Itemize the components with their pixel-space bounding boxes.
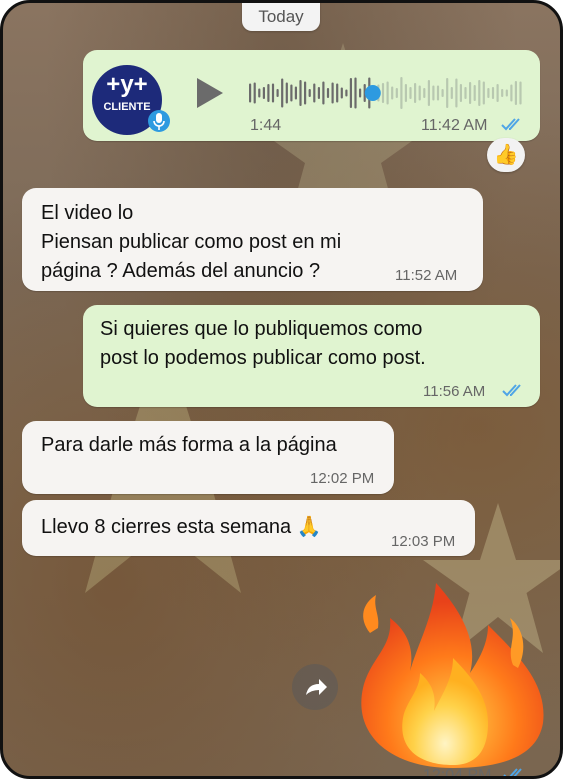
waveform-bar: [304, 81, 307, 105]
message-time: 11:52 AM: [395, 267, 458, 284]
waveform-bar: [258, 88, 261, 98]
read-ticks-icon: [502, 384, 521, 397]
waveform-bar: [478, 80, 481, 106]
waveform-bar: [322, 81, 325, 105]
mic-icon: [148, 110, 170, 132]
waveform-bar: [505, 89, 508, 97]
waveform-bar: [354, 77, 357, 109]
waveform-bar: [414, 83, 417, 103]
waveform-bar: [317, 87, 320, 99]
waveform-bar: [249, 83, 252, 103]
waveform-bar: [469, 82, 472, 104]
message-text: El video lo Piensan publicar como post e…: [41, 202, 342, 282]
message-time: 11:42 AM: [421, 117, 488, 134]
waveform-bar: [510, 84, 513, 102]
waveform-bar: [473, 85, 476, 101]
waveform-bar: [436, 85, 440, 101]
message-text: Llevo 8 cierres esta semana 🙏: [41, 516, 322, 538]
message-time: 11:56 AM: [423, 383, 486, 400]
waveform-bar: [519, 81, 522, 105]
waveform-bar: [446, 78, 449, 108]
waveform-bar: [326, 88, 330, 98]
waveform-bar: [253, 82, 256, 104]
waveform-bar: [496, 84, 499, 102]
waveform-bar: [313, 83, 316, 103]
waveform-bar: [427, 80, 430, 106]
waveform-bar: [386, 81, 389, 105]
waveform-bar: [514, 81, 517, 105]
waveform-bar: [441, 89, 444, 97]
waveform-bar: [262, 87, 265, 99]
waveform-bar: [423, 88, 426, 98]
waveform[interactable]: [249, 73, 524, 113]
waveform-bar: [290, 84, 293, 102]
voice-duration: 1:44: [250, 117, 282, 134]
read-ticks-icon: [501, 118, 520, 131]
waveform-bar: [455, 78, 458, 108]
waveform-bar: [381, 83, 385, 103]
waveform-bar: [395, 88, 398, 98]
waveform-bar: [409, 87, 412, 99]
play-icon[interactable]: [195, 76, 225, 110]
forward-arrow-icon: [306, 679, 327, 695]
message-time: 12:02 PM: [310, 470, 375, 487]
waveform-bar: [359, 88, 362, 98]
waveform-bar: [294, 86, 297, 100]
message-time: 12:03 PM: [391, 533, 456, 550]
waveform-bar: [276, 89, 279, 97]
message-text: Si quieres que lo publiquemos como post …: [100, 318, 426, 369]
waveform-bar: [459, 84, 462, 102]
waveform-bar: [400, 77, 403, 109]
waveform-bar: [404, 84, 407, 102]
waveform-bar: [267, 84, 270, 102]
date-separator: Today: [242, 3, 320, 31]
waveform-bar: [345, 89, 348, 97]
waveform-bar: [391, 86, 394, 100]
waveform-bar: [340, 87, 343, 99]
waveform-bar: [271, 83, 275, 103]
message-text: Para darle más forma a la página: [41, 434, 337, 456]
waveform-bar: [336, 83, 339, 103]
waveform-bar: [331, 82, 334, 104]
fire-sticker[interactable]: [348, 573, 558, 773]
playback-scrubber[interactable]: [364, 85, 381, 101]
avatar-logo-text: +y+: [106, 71, 148, 98]
waveform-bar: [349, 78, 352, 108]
reaction-thumbs-up[interactable]: 👍: [487, 138, 525, 172]
chat-window: Today +y+ CLIENTE 1:44 11:42 AM 👍 El vid…: [0, 0, 563, 779]
waveform-bar: [464, 87, 467, 99]
waveform-bar: [501, 89, 504, 97]
waveform-bar: [285, 82, 288, 104]
waveform-bar: [491, 87, 495, 99]
waveform-bar: [432, 85, 435, 101]
waveform-bar: [299, 80, 302, 106]
waveform-bar: [450, 87, 453, 99]
waveform-bar: [281, 78, 284, 108]
message-time: 12:04 PM: [423, 767, 492, 779]
read-ticks-icon: [503, 768, 522, 776]
waveform-bar: [482, 81, 485, 105]
waveform-bar: [487, 88, 490, 98]
waveform-bar: [418, 85, 421, 101]
forward-button[interactable]: [292, 664, 338, 710]
waveform-bar: [308, 89, 311, 97]
